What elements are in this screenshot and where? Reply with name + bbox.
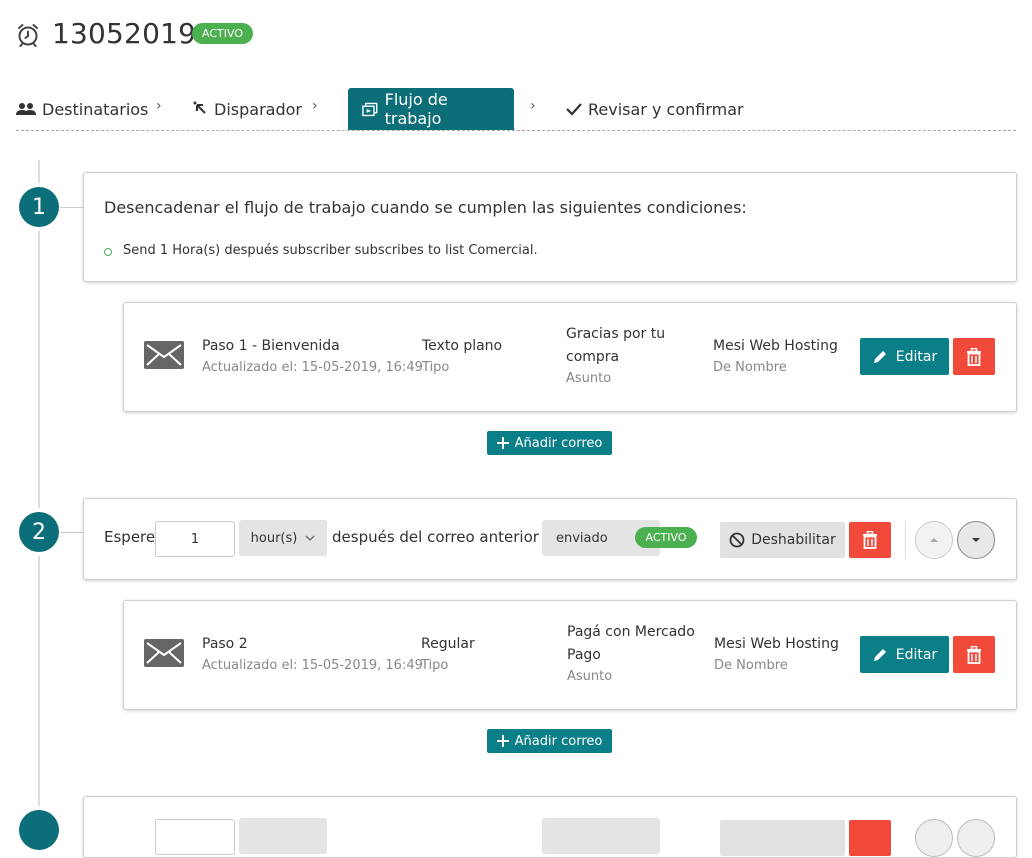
tab-separator: › (156, 98, 162, 114)
disable-button[interactable]: Deshabilitar (720, 522, 845, 558)
delete-button[interactable] (953, 338, 995, 375)
email-type: Texto plano (422, 338, 503, 354)
edit-button[interactable]: Editar (860, 636, 949, 673)
trash-icon (967, 347, 981, 366)
connector (60, 532, 84, 533)
users-icon (16, 103, 36, 115)
edit-label: Editar (895, 348, 938, 365)
tab-label: Revisar y confirmar (588, 99, 744, 119)
wait-unit-select[interactable] (239, 818, 327, 854)
check-icon (566, 103, 582, 116)
edit-label: Editar (895, 646, 938, 663)
ban-icon (729, 532, 745, 548)
email-updated: Actualizado el: 15-05-2019, 16:49 (202, 360, 423, 375)
tab-separator: › (530, 98, 536, 114)
disable-label: Deshabilitar (751, 532, 836, 548)
divider (905, 521, 906, 559)
email-subject-cont: compra (566, 349, 620, 365)
chevron-down-icon (305, 535, 315, 541)
email-from: Mesi Web Hosting (714, 636, 839, 652)
tab-disparador[interactable]: Disparador (192, 88, 302, 130)
page-title: 13052019 (52, 17, 197, 50)
email-type-label: Tipo (422, 360, 450, 375)
wait-card-partial (83, 796, 1017, 858)
cursor-icon (193, 101, 206, 114)
add-email-label: Añadir correo (514, 733, 603, 749)
step-number: 2 (19, 512, 59, 552)
trigger-heading: Desencadenar el flujo de trabajo cuando … (104, 198, 747, 217)
tab-label: Disparador (214, 99, 302, 119)
wait-description: después del correo anterior es (332, 528, 561, 546)
email-card: Paso 2 Actualizado el: 15-05-2019, 16:49… (123, 600, 1017, 710)
tab-separator: › (312, 98, 318, 114)
timeline-line (38, 160, 40, 822)
wait-unit-select[interactable]: hour(s) (239, 520, 327, 556)
email-updated: Actualizado el: 15-05-2019, 16:49 (202, 658, 423, 673)
tab-label: Destinatarios (42, 99, 149, 119)
caret-up-icon (930, 538, 938, 542)
pencil-icon (873, 648, 886, 661)
move-up-button[interactable] (915, 521, 953, 559)
tabs-divider (16, 130, 1016, 131)
pencil-icon (873, 350, 886, 363)
email-card: Paso 1 - Bienvenida Actualizado el: 15-0… (123, 302, 1017, 412)
email-type-label: Tipo (421, 658, 449, 673)
alarm-clock-icon (18, 24, 38, 47)
email-from-label: De Nombre (714, 658, 788, 673)
workflow-icon (362, 102, 378, 117)
add-email-button[interactable]: Añadir correo (487, 431, 612, 455)
email-subject: Pagá con Mercado (567, 624, 695, 640)
plus-icon (496, 437, 509, 449)
email-subject: Gracias por tu (566, 326, 666, 342)
email-subject-cont: Pago (567, 647, 601, 663)
bullet-icon (104, 248, 112, 256)
add-email-button[interactable]: Añadir correo (487, 729, 612, 753)
add-email-label: Añadir correo (514, 435, 603, 451)
disable-button[interactable] (720, 820, 845, 856)
trigger-card: Desencadenar el flujo de trabajo cuando … (83, 172, 1017, 282)
caret-down-icon (972, 538, 980, 542)
wait-amount-input[interactable] (155, 819, 235, 855)
status-badge: ACTIVO (192, 23, 253, 44)
email-title: Paso 1 - Bienvenida (202, 338, 340, 354)
wait-card: Espere 1 hour(s) después del correo ante… (83, 498, 1017, 580)
plus-icon (496, 735, 509, 747)
delete-button[interactable] (849, 522, 891, 558)
edit-button[interactable]: Editar (860, 338, 949, 375)
email-subject-label: Asunto (567, 669, 613, 684)
tab-label: Flujo de trabajo (384, 90, 448, 128)
connector (60, 207, 84, 208)
trash-icon (967, 645, 981, 664)
envelope-icon (144, 341, 184, 369)
wait-label: Espere (104, 528, 156, 546)
move-up-button[interactable] (915, 819, 953, 857)
tab-flujo-de-trabajo[interactable]: Flujo de trabajo (348, 88, 514, 130)
envelope-icon (144, 639, 184, 667)
move-down-button[interactable] (957, 521, 995, 559)
tab-destinatarios[interactable]: Destinatarios (16, 88, 148, 130)
wait-unit-value: hour(s) (250, 530, 298, 546)
step-number: 1 (19, 187, 59, 227)
trigger-condition: Send 1 Hora(s) después subscriber subscr… (123, 243, 538, 258)
email-from: Mesi Web Hosting (713, 338, 838, 354)
wait-condition-select[interactable] (542, 818, 660, 854)
move-down-button[interactable] (957, 819, 995, 857)
wait-condition-value: enviado (556, 530, 608, 546)
email-type: Regular (421, 636, 475, 652)
step-circle-partial (19, 810, 59, 850)
wait-amount-input[interactable]: 1 (155, 521, 235, 557)
delete-button[interactable] (953, 636, 995, 673)
delete-button[interactable] (849, 820, 891, 856)
email-title: Paso 2 (202, 636, 248, 652)
email-from-label: De Nombre (713, 360, 787, 375)
status-badge: ACTIVO (635, 527, 697, 548)
email-subject-label: Asunto (566, 371, 612, 386)
tab-revisar-y-confirmar[interactable]: Revisar y confirmar (566, 88, 744, 130)
trash-icon (863, 531, 877, 549)
